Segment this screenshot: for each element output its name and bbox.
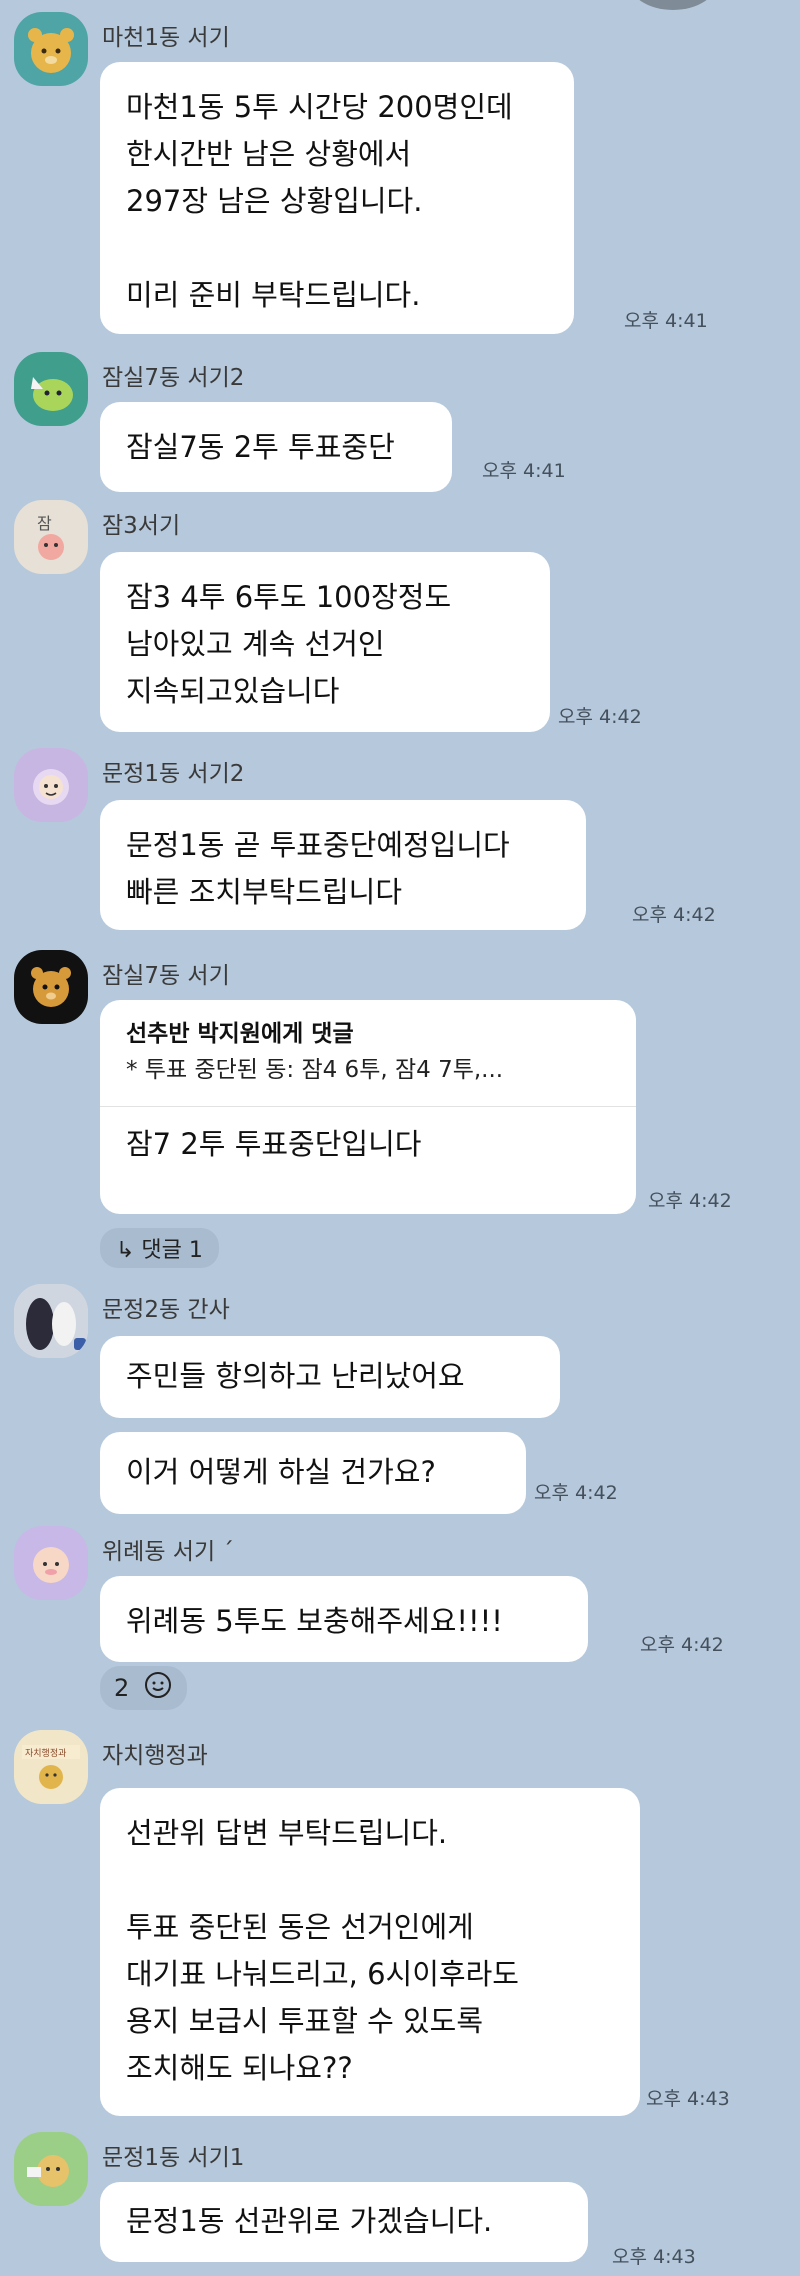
reply-quote: * 투표 중단된 동: 잠4 6투, 잠4 7투,...	[126, 1057, 504, 1083]
message-line: 지속되고있습니다	[126, 674, 340, 708]
message-time: 오후 4:43	[646, 2088, 730, 2110]
message-line: 한시간반 남은 상황에서	[126, 137, 412, 171]
message-bubble[interactable]: 선관위 답변 부탁드립니다. 투표 중단된 동은 선거인에게 대기표 나눠드리고…	[100, 1788, 640, 2116]
message-line: 빠른 조치부탁드립니다	[126, 875, 403, 909]
add-reaction-icon[interactable]	[143, 1670, 173, 1706]
message-line: 용지 보급시 투표할 수 있도록	[126, 2004, 484, 2038]
bear-dark-icon[interactable]	[14, 950, 88, 1024]
message-time: 오후 4:41	[482, 460, 566, 482]
message-time: 오후 4:42	[558, 706, 642, 728]
photo-avatar-icon[interactable]	[14, 1284, 88, 1358]
message-line: 문정1동 선관위로 가겠습니다.	[126, 2204, 493, 2238]
message-line: 대기표 나눠드리고, 6시이후라도	[126, 1957, 519, 1991]
message-bubble[interactable]: 마천1동 5투 시간당 200명인데 한시간반 남은 상황에서 297장 남은 …	[100, 62, 574, 334]
message-line: 선관위 답변 부탁드립니다.	[126, 1816, 448, 1850]
message-line: 주민들 항의하고 난리났어요	[126, 1359, 465, 1393]
sender-name: 문정1동 서기1	[102, 2145, 245, 2171]
pink-face-icon[interactable]	[14, 1526, 88, 1600]
message-bubble[interactable]: 문정1동 선관위로 가겠습니다.	[100, 2182, 588, 2262]
green-bear-icon[interactable]	[14, 2132, 88, 2206]
message-line	[126, 1857, 614, 1904]
avatar-text: 잠	[37, 514, 52, 533]
top-edge-shape	[628, 0, 718, 10]
sender-name: 잠3서기	[102, 513, 181, 539]
sender-name: 위례동 서기 ´	[102, 1539, 234, 1565]
message-line: 이거 어떻게 하실 건가요?	[126, 1455, 436, 1489]
message-bubble[interactable]: 잠3 4투 6투도 100장정도 남아있고 계속 선거인 지속되고있습니다	[100, 552, 550, 732]
message-bubble[interactable]: 이거 어떻게 하실 건가요?	[100, 1432, 526, 1514]
reaction-bar[interactable]: 2	[100, 1666, 188, 1710]
comment-count-button[interactable]: ↳ 댓글 1	[100, 1228, 219, 1268]
purple-character-icon[interactable]	[14, 748, 88, 822]
sender-name: 잠실7동 서기2	[102, 365, 245, 391]
message-line: 297장 남은 상황입니다.	[126, 184, 423, 218]
message-line: 투표 중단된 동은 선거인에게	[126, 1910, 474, 1944]
message-line: 문정1동 곧 투표중단예정입니다	[126, 828, 510, 862]
message-line: 위례동 5투도 보충해주세요!!!!	[126, 1604, 503, 1638]
pink-character-icon[interactable]: 잠	[14, 500, 88, 574]
divider	[100, 1106, 636, 1107]
bear-face-icon[interactable]	[14, 12, 88, 86]
message-time: 오후 4:42	[648, 1190, 732, 1212]
message-time: 오후 4:41	[624, 310, 708, 332]
message-bubble[interactable]: 문정1동 곧 투표중단예정입니다 빠른 조치부탁드립니다	[100, 800, 586, 930]
message-bubble[interactable]: 잠실7동 2투 투표중단	[100, 402, 452, 492]
message-line: 잠7 2투 투표중단입니다	[126, 1127, 422, 1161]
message-line: 잠실7동 2투 투표중단	[126, 430, 395, 464]
message-line: 조치해도 되나요??	[126, 2051, 353, 2085]
message-bubble[interactable]: 주민들 항의하고 난리났어요	[100, 1336, 560, 1418]
reply-bubble[interactable]: 선추반 박지원에게 댓글 * 투표 중단된 동: 잠4 6투, 잠4 7투,..…	[100, 1000, 636, 1214]
sender-name: 잠실7동 서기	[102, 963, 230, 989]
message-line: 남아있고 계속 선거인	[126, 627, 385, 661]
green-character-icon[interactable]	[14, 352, 88, 426]
message-line	[126, 225, 548, 272]
message-line: 잠3 4투 6투도 100장정도	[126, 580, 452, 614]
message-line: 마천1동 5투 시간당 200명인데	[126, 90, 513, 124]
reaction-count: 2	[114, 1674, 130, 1702]
avatar-text: 자치행정과	[25, 1747, 66, 1759]
message-bubble[interactable]: 위례동 5투도 보충해주세요!!!!	[100, 1576, 588, 1662]
govt-logo-icon[interactable]: 자치행정과	[14, 1730, 88, 1804]
sender-name: 문정2동 간사	[102, 1297, 230, 1323]
message-time: 오후 4:42	[632, 904, 716, 926]
message-time: 오후 4:42	[534, 1482, 618, 1504]
message-line: 미리 준비 부탁드립니다.	[126, 278, 421, 312]
message-time: 오후 4:43	[612, 2246, 696, 2268]
message-time: 오후 4:42	[640, 1634, 724, 1656]
reply-header: 선추반 박지원에게 댓글	[126, 1021, 354, 1047]
sender-name: 문정1동 서기2	[102, 761, 245, 787]
sender-name: 자치행정과	[102, 1743, 208, 1769]
sender-name: 마천1동 서기	[102, 25, 230, 51]
